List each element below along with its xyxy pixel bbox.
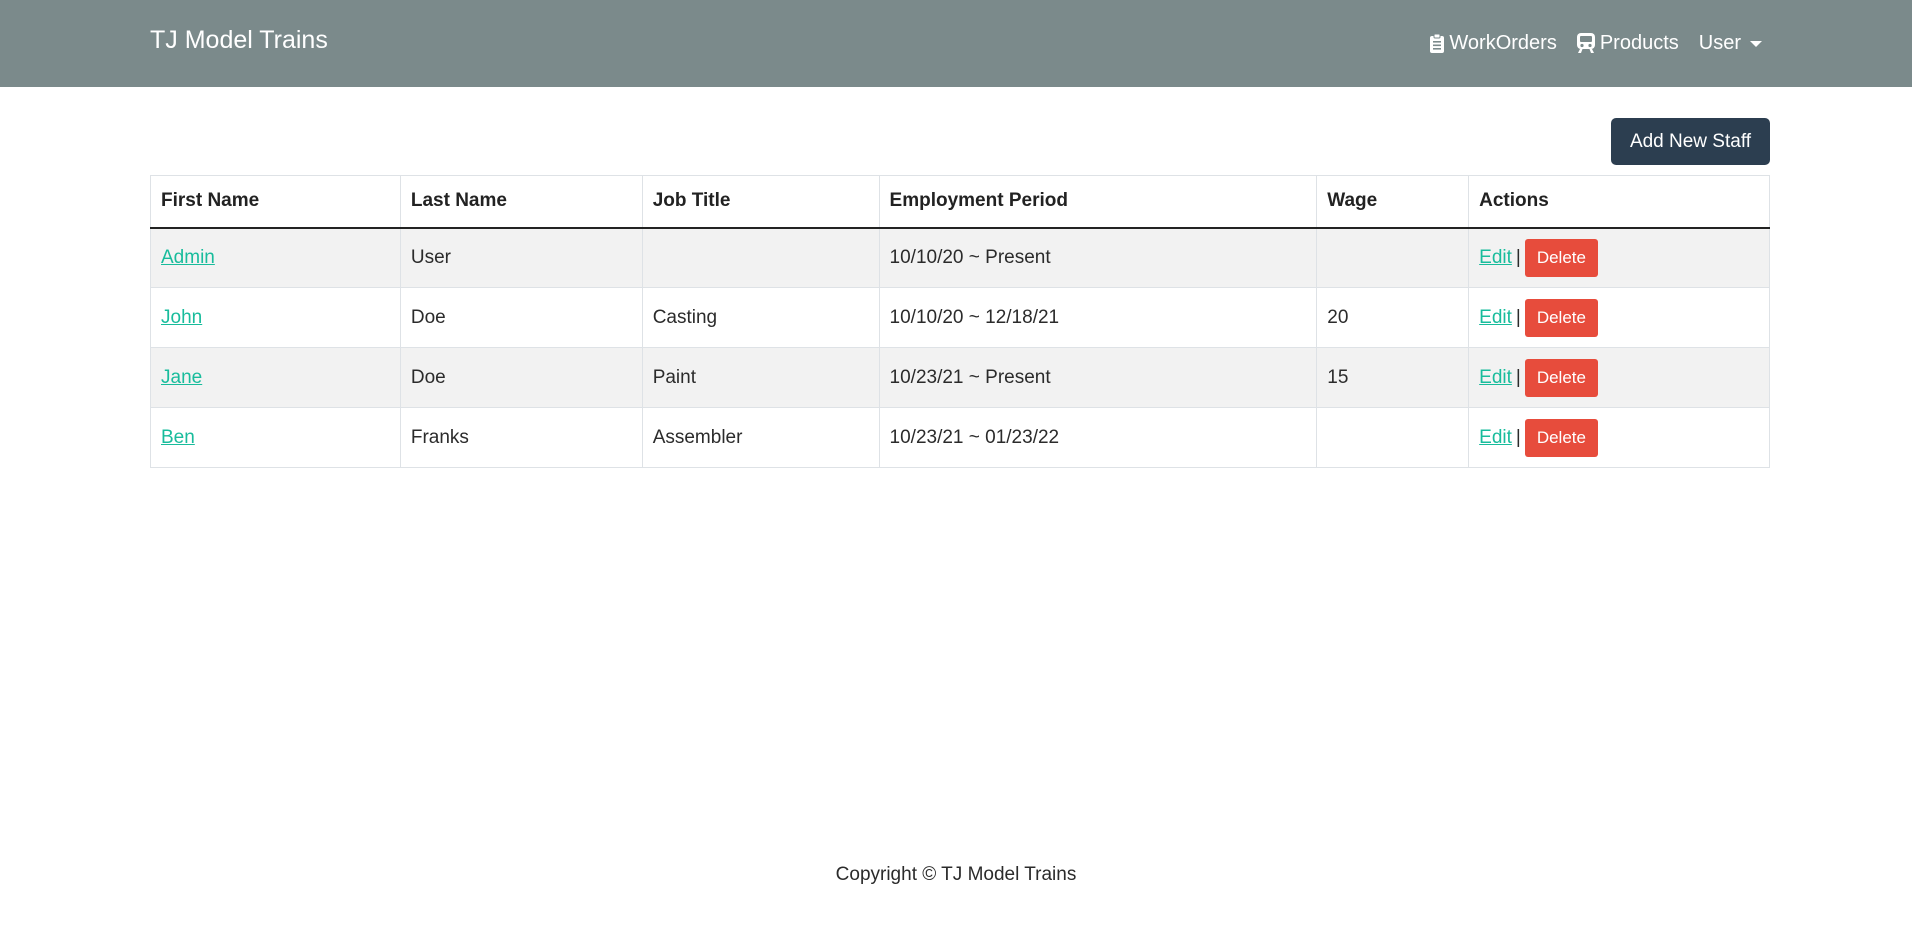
edit-link[interactable]: Edit [1479,307,1512,328]
staff-name-link[interactable]: Admin [161,247,215,268]
cell-wage [1316,407,1470,468]
delete-button[interactable]: Delete [1524,238,1598,277]
nav-products-label: Products [1599,31,1679,54]
cell-employment-period: 10/10/20 ~ 12/18/21 [878,287,1318,348]
cell-first-name: Jane [150,347,401,408]
edit-link[interactable]: Edit [1479,247,1512,268]
cell-wage: 15 [1316,347,1470,408]
edit-link[interactable]: Edit [1479,367,1512,388]
cell-actions: Edit | Delete [1468,227,1770,288]
table-row: Jane Doe Paint 10/23/21 ~ Present 15 Edi… [150,347,1770,408]
cell-first-name: Ben [150,407,401,468]
table-header-row: First Name Last Name Job Title Employmen… [150,175,1770,229]
cell-actions: Edit | Delete [1468,407,1770,468]
cell-last-name: Doe [399,347,643,408]
cell-job-title [641,227,880,288]
cell-employment-period: 10/10/20 ~ Present [878,227,1318,288]
staff-name-link[interactable]: Jane [161,367,202,388]
cell-last-name: Doe [399,287,643,348]
action-separator: | [1515,306,1521,328]
cell-first-name: John [150,287,401,348]
cell-job-title: Casting [641,287,880,348]
add-new-staff-button[interactable]: Add New Staff [1611,118,1770,165]
header-last-name[interactable]: Last Name [399,175,643,229]
nav-user-label: User [1698,31,1741,54]
cell-job-title: Paint [641,347,880,408]
action-separator: | [1515,366,1521,388]
cell-employment-period: 10/23/21 ~ 01/23/22 [878,407,1318,468]
nav-workorders[interactable]: WorkOrders [1430,31,1557,55]
staff-name-link[interactable]: John [161,307,202,328]
cell-actions: Edit | Delete [1468,287,1770,348]
edit-link[interactable]: Edit [1479,427,1512,448]
table-row: Ben Franks Assembler 10/23/21 ~ 01/23/22… [150,407,1770,468]
train-icon [1576,33,1595,53]
nav-workorders-label: WorkOrders [1449,31,1557,54]
staff-table: First Name Last Name Job Title Employmen… [150,175,1770,468]
header-job-title[interactable]: Job Title [641,175,880,229]
chevron-down-icon [1750,41,1762,47]
cell-employment-period: 10/23/21 ~ Present [878,347,1318,408]
delete-button[interactable]: Delete [1524,298,1598,337]
table-row: John Doe Casting 10/10/20 ~ 12/18/21 20 … [150,287,1770,348]
cell-wage: 20 [1316,287,1470,348]
nav-products[interactable]: Products [1576,31,1679,55]
cell-job-title: Assembler [641,407,880,468]
header-employment-period[interactable]: Employment Period [878,175,1318,229]
footer-copyright: Copyright © TJ Model Trains [835,864,1077,885]
header-first-name[interactable]: First Name [150,175,401,229]
cell-last-name: Franks [399,407,643,468]
delete-button[interactable]: Delete [1524,418,1598,457]
nav-user-dropdown[interactable]: User [1699,32,1762,55]
staff-name-link[interactable]: Ben [161,427,195,448]
delete-button[interactable]: Delete [1524,358,1598,397]
cell-actions: Edit | Delete [1468,347,1770,408]
action-separator: | [1515,426,1521,448]
cell-first-name: Admin [150,227,401,288]
nav-menu: WorkOrders Products User [1430,28,1762,58]
brand-link[interactable]: TJ Model Trains [150,26,328,55]
table-row: Admin User 10/10/20 ~ Present Edit | Delet… [150,227,1770,288]
top-navbar: TJ Model Trains WorkOrders Products User [0,0,1912,87]
cell-last-name: User [399,227,643,288]
clipboard-icon [1430,33,1445,53]
cell-wage [1316,227,1470,288]
action-separator: | [1515,246,1521,268]
header-wage[interactable]: Wage [1316,175,1470,229]
header-actions: Actions [1468,175,1770,229]
